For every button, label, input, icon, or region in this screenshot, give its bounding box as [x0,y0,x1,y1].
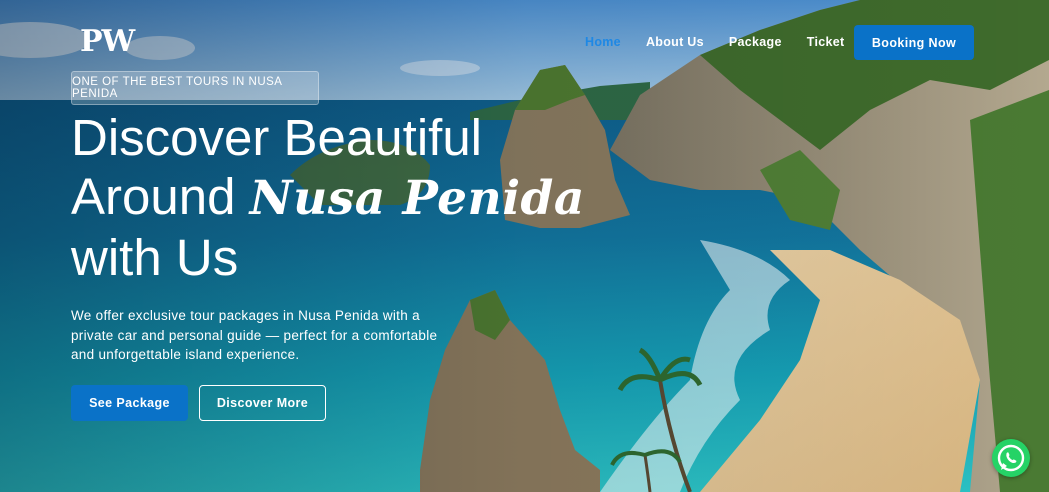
nav-about-us[interactable]: About Us [646,35,704,49]
headline-line-1: Discover Beautiful [71,109,483,166]
headline-line-3: with Us [71,229,239,286]
nav-ticket[interactable]: Ticket [807,35,845,49]
nav-home[interactable]: Home [585,35,621,49]
hero-description: We offer exclusive tour packages in Nusa… [71,308,438,362]
hero-headline: Discover Beautiful Around Nusa Penida wi… [71,108,585,287]
site-logo[interactable]: PW [80,24,135,59]
discover-more-button[interactable]: Discover More [199,385,326,421]
booking-now-button[interactable]: Booking Now [854,25,974,60]
see-package-button[interactable]: See Package [71,385,188,421]
headline-accent: Nusa Penida [249,171,585,226]
main-nav: Home About Us Package Ticket [585,35,844,49]
headline-line-2-prefix: Around [71,168,236,225]
nav-package[interactable]: Package [729,35,782,49]
whatsapp-icon[interactable] [992,439,1030,477]
hero-tagline-badge: ONE OF THE BEST TOURS IN NUSA PENIDA [71,71,319,105]
